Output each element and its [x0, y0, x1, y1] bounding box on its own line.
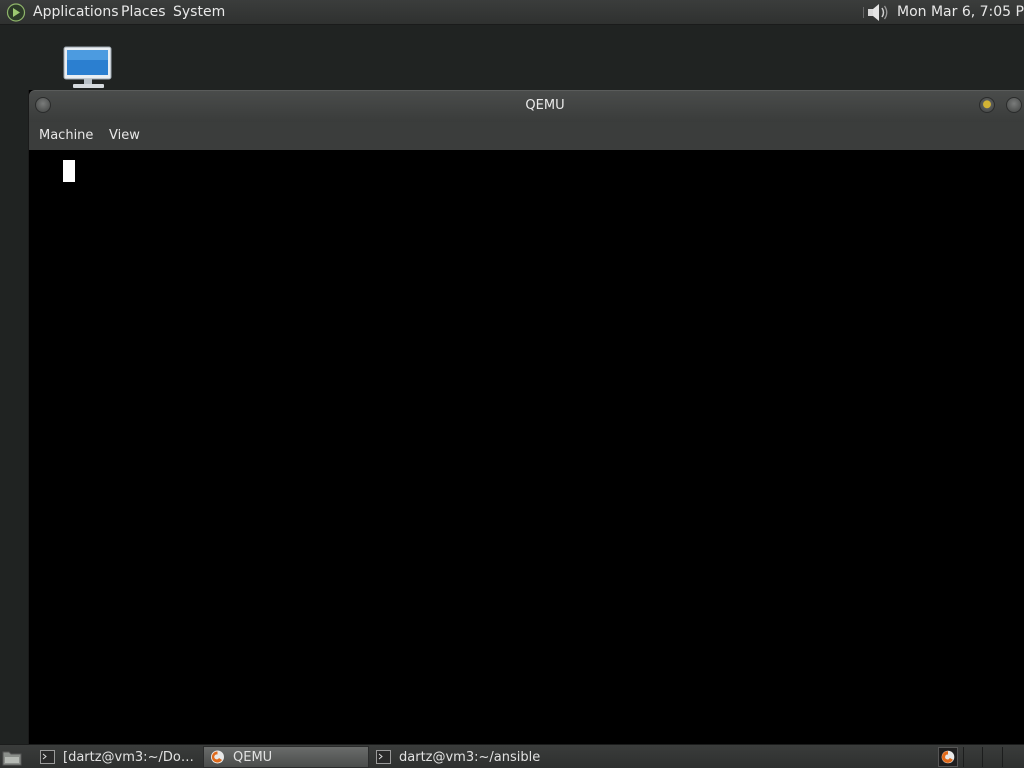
vm-display[interactable]	[29, 150, 1024, 744]
machine-menu[interactable]: Machine	[39, 128, 93, 143]
maximize-button[interactable]	[1006, 97, 1022, 113]
taskbar-item-terminal-downloads[interactable]: [dartz@vm3:~/Dow...	[34, 746, 200, 768]
view-menu[interactable]: View	[109, 128, 140, 143]
taskbar-item-qemu[interactable]: QEMU	[203, 746, 369, 768]
top-panel: Applications Places System Mon Mar 6, 7:…	[0, 0, 1024, 25]
gnome-foot-icon[interactable]	[6, 3, 26, 22]
system-menu[interactable]: System	[173, 4, 225, 20]
places-menu[interactable]: Places	[121, 4, 166, 20]
terminal-icon	[40, 750, 55, 764]
workspace-separator	[1002, 747, 1003, 767]
terminal-icon	[376, 750, 391, 764]
qemu-window: QEMU Machine View	[28, 90, 1024, 744]
menubar: Machine View	[29, 122, 1024, 150]
task-label: [dartz@vm3:~/Dow...	[63, 749, 200, 765]
volume-icon[interactable]	[862, 2, 890, 23]
minimize-button[interactable]	[979, 97, 995, 113]
text-cursor	[63, 160, 75, 182]
workspace-separator	[963, 747, 964, 767]
qemu-icon	[211, 750, 224, 764]
task-label: dartz@vm3:~/ansible	[399, 749, 541, 765]
qemu-tray-icon[interactable]	[938, 747, 958, 767]
window-title: QEMU	[525, 98, 565, 113]
applications-menu[interactable]: Applications	[33, 4, 119, 20]
window-titlebar[interactable]: QEMU	[29, 90, 1024, 122]
computer-icon[interactable]	[60, 44, 116, 90]
workspace-separator	[982, 747, 983, 767]
task-label: QEMU	[233, 749, 273, 765]
clock[interactable]: Mon Mar 6, 7:05 PM	[897, 4, 1024, 20]
bottom-panel: [dartz@vm3:~/Dow... QEMU dartz@vm3:~/ans…	[0, 744, 1024, 768]
taskbar-item-terminal-ansible[interactable]: dartz@vm3:~/ansible	[370, 746, 670, 768]
show-desktop-icon[interactable]	[2, 748, 22, 766]
